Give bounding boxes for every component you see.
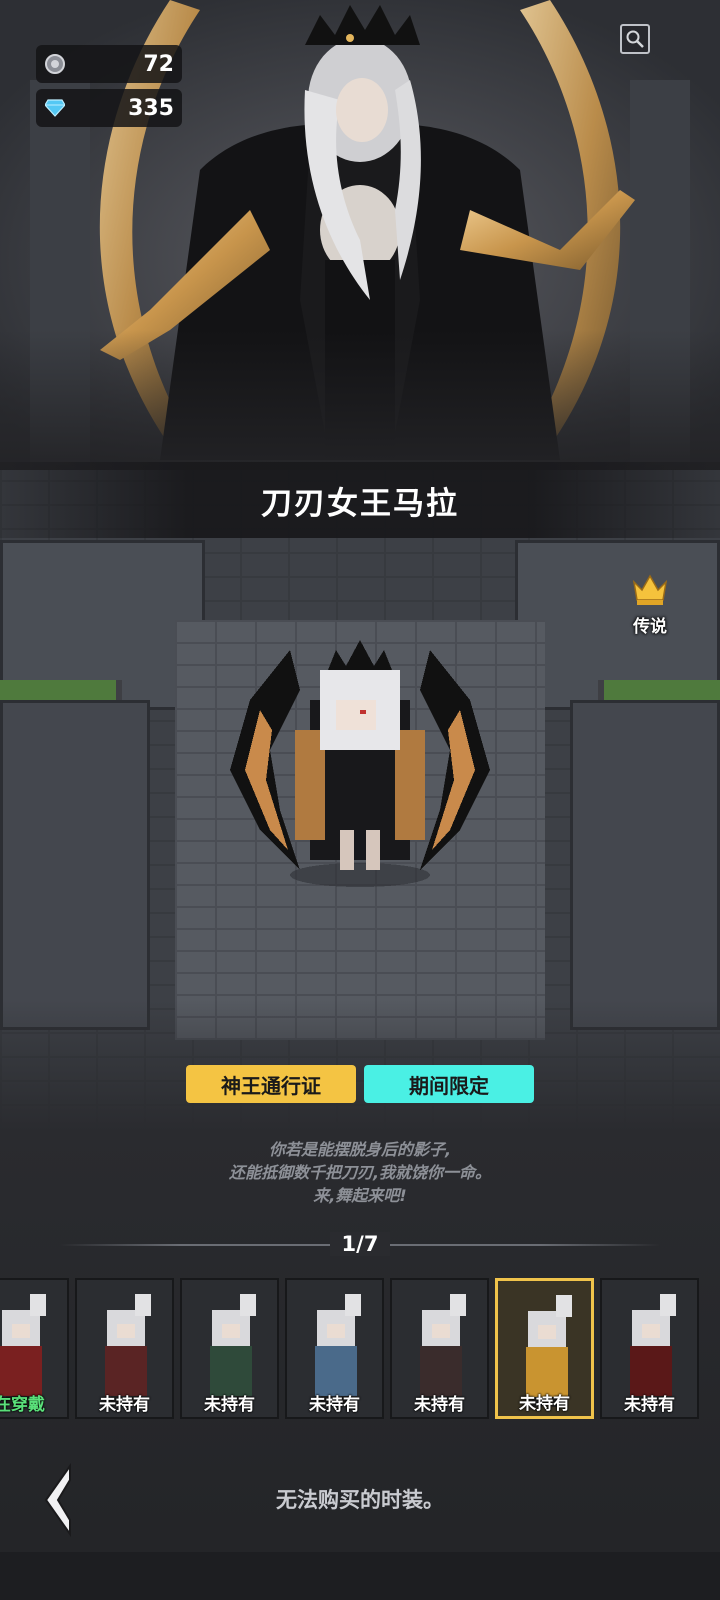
rarity-badge: 传说	[628, 572, 672, 637]
costume-slot-status: 未持有	[519, 1394, 570, 1414]
tag-god-pass: 神王通行证	[186, 1065, 356, 1103]
zoom-artwork-button[interactable]	[620, 24, 650, 54]
costume-slot-status: 在穿戴	[0, 1395, 45, 1415]
costume-name-banner: 刀刃女王马拉	[0, 462, 720, 538]
costume-name: 刀刃女王马拉	[261, 485, 459, 522]
costume-slot-status: 未持有	[99, 1395, 150, 1415]
costume-slot-status: 未持有	[414, 1395, 465, 1415]
bottom-nav-area	[0, 1552, 720, 1600]
diamond-counter[interactable]: 335	[36, 89, 182, 127]
costume-slot[interactable]: 未持有	[495, 1278, 594, 1419]
costume-slot[interactable]: 未持有	[180, 1278, 279, 1419]
costume-quote: 你若是能摆脱身后的影子, 还能抵御数千把刀刃,我就饶你一命。 来,舞起来吧!	[0, 1138, 720, 1207]
silver-coin-icon	[44, 53, 66, 75]
costume-slot-status: 未持有	[309, 1395, 360, 1415]
tag-limited-time: 期间限定	[364, 1065, 534, 1103]
diamond-icon	[44, 97, 66, 119]
silver-coin-counter[interactable]: 72	[36, 45, 182, 83]
costume-slot[interactable]: 未持有	[285, 1278, 384, 1419]
costume-slot-status: 未持有	[624, 1395, 675, 1415]
quote-line-3: 来,舞起来吧!	[313, 1186, 407, 1205]
rarity-label: 传说	[633, 617, 667, 637]
page-indicator: 1/7	[0, 1232, 720, 1256]
crown-icon	[632, 574, 668, 605]
costume-slot[interactable]: 未持有	[75, 1278, 174, 1419]
silver-coin-value: 72	[143, 51, 174, 77]
quote-line-2: 还能抵御数千把刀刃,我就饶你一命。	[228, 1163, 492, 1182]
quote-line-1: 你若是能摆脱身后的影子,	[268, 1140, 452, 1159]
magnifier-icon	[626, 30, 644, 48]
costume-slot-status: 未持有	[204, 1395, 255, 1415]
purchase-status-message: 无法购买的时装。	[276, 1488, 444, 1512]
costume-slot[interactable]: 未持有	[390, 1278, 489, 1419]
costume-slot[interactable]: 在穿戴	[0, 1278, 69, 1419]
character-sprite	[200, 630, 520, 900]
costume-slot[interactable]: 未持有	[600, 1278, 699, 1419]
diamond-value: 335	[128, 95, 174, 121]
